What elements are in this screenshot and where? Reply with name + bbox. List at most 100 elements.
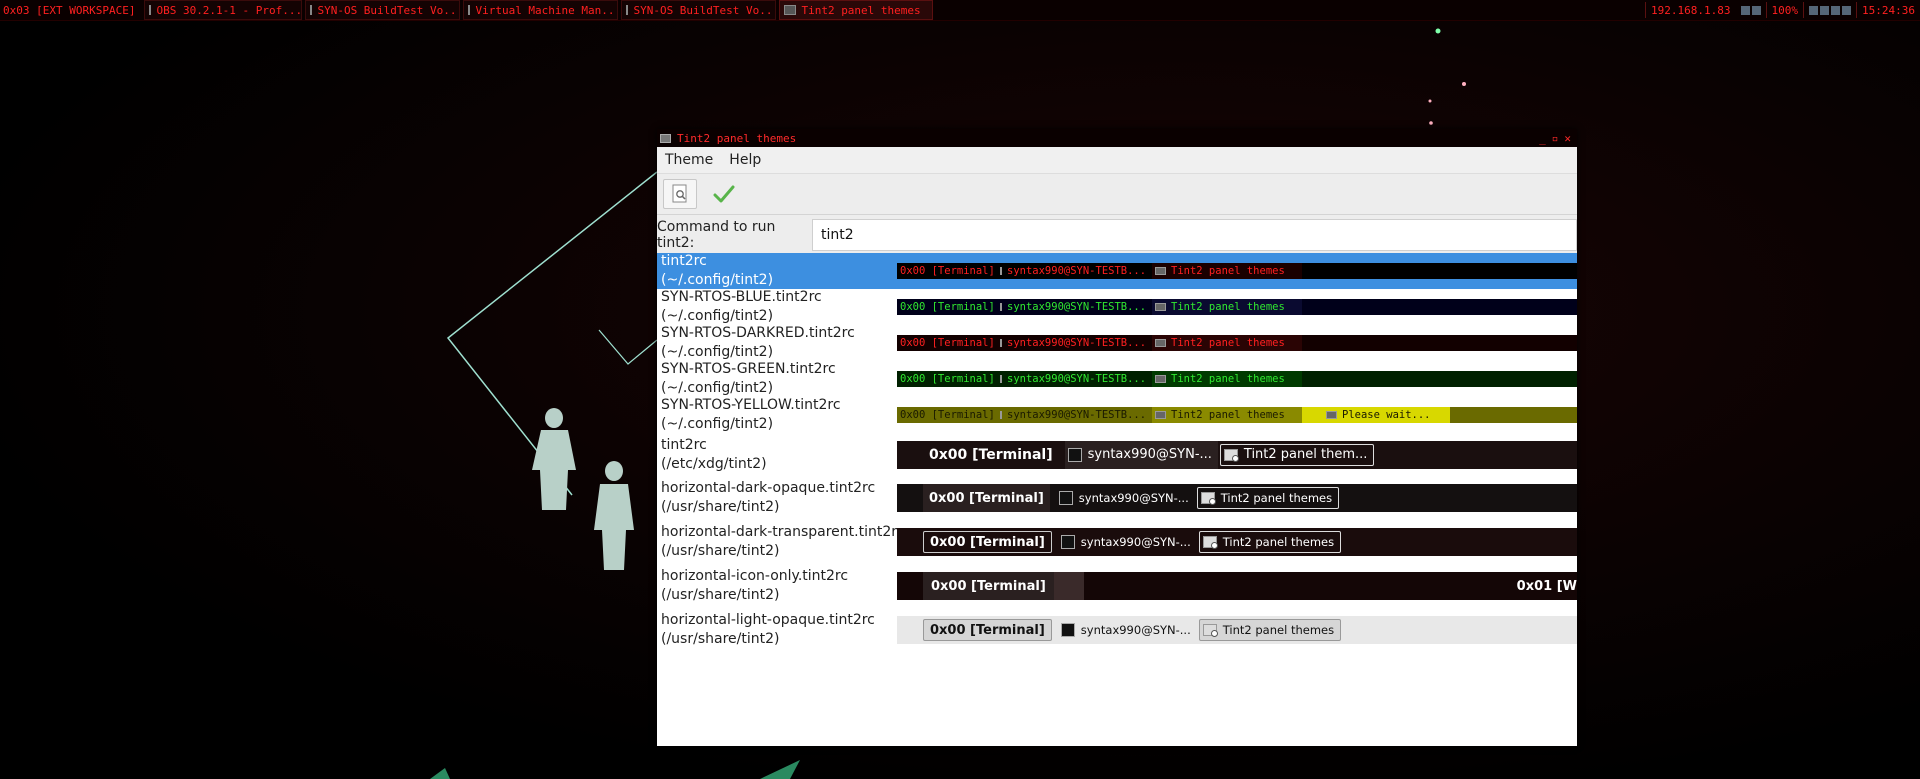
preview-task-label: Tint2 panel them... (1243, 447, 1368, 462)
network-icons[interactable] (1736, 5, 1766, 15)
preview-task-active: Tint2 panel themes (1152, 299, 1302, 315)
theme-preview: 0x00 [Terminal] syntax990@SYN-... Tint2 pa… (897, 440, 1577, 469)
window-icon (660, 133, 671, 143)
app-icon (1155, 303, 1166, 311)
preview-workspace: 0x00 [Terminal] (900, 265, 995, 277)
preview-workspace: 0x00 [Terminal] (900, 409, 995, 421)
preview-task: syntax990@SYN-... (1058, 616, 1197, 644)
app-icon (1155, 375, 1166, 383)
launcher (897, 616, 923, 644)
terminal-icon (1000, 411, 1002, 419)
edit-theme-button[interactable] (663, 179, 697, 209)
theme-preview: 0x00 [Terminal] syntax990@SYN-TESTB... Tin… (897, 407, 1577, 423)
tray-icons[interactable] (1804, 5, 1856, 15)
task-virtual-machine-manager[interactable]: Virtual Machine Man... (463, 0, 619, 20)
preview-task-active: Tint2 panel themes (1198, 619, 1342, 641)
preview-workspace: 0x00 [Terminal] (900, 337, 995, 349)
theme-row[interactable]: horizontal-light-opaque.tint2rc (/usr/sha… (657, 608, 1577, 652)
theme-label: horizontal-dark-opaque.tint2rc (/usr/shar… (657, 479, 901, 517)
task-obs[interactable]: OBS 30.2.1-1 - Prof... (144, 0, 303, 20)
task-label: OBS 30.2.1-1 - Prof... (156, 3, 303, 17)
theme-label: tint2rc (/etc/xdg/tint2) (657, 436, 901, 474)
menu-theme[interactable]: Theme (657, 152, 721, 168)
preview-task-active: Tint2 panel themes (1152, 407, 1302, 423)
maximize-icon[interactable]: ▫ (1552, 132, 1559, 145)
preview-task: Please wait... (1302, 407, 1450, 423)
theme-label: horizontal-icon-only.tint2rc (/usr/share/… (657, 567, 901, 605)
theme-list[interactable]: tint2rc (~/.config/tint2) 0x00 [Terminal] s… (657, 253, 1577, 746)
theme-path: (~/.config/tint2) (661, 416, 774, 432)
theme-name: horizontal-light-opaque.tint2rc (661, 612, 875, 628)
terminal-icon (1000, 267, 1002, 275)
theme-row[interactable]: SYN-RTOS-BLUE.tint2rc (~/.config/tint2) 0x… (657, 289, 1577, 325)
theme-label: SYN-RTOS-YELLOW.tint2rc (~/.config/tint2) (657, 396, 901, 434)
preview-task-label: syntax990@SYN-TESTB... (1007, 373, 1147, 385)
preview-task-label: syntax990@SYN-... (1087, 447, 1212, 462)
theme-preview: 0x00 [Terminal] syntax990@SYN-TESTB... Tin… (897, 371, 1577, 387)
preview-task-label: syntax990@SYN-... (1080, 623, 1191, 637)
app-icon (784, 5, 797, 15)
vm-icon (310, 5, 313, 15)
theme-label: horizontal-dark-transparent.tint2rc (/usr… (657, 523, 901, 561)
top-panel: 0x03 [EXT WORKSPACE] OBS 30.2.1-1 - Prof… (0, 0, 1920, 21)
task-tint2-panel-themes[interactable]: Tint2 panel themes (779, 0, 934, 20)
app-icon (149, 5, 152, 15)
theme-name: tint2rc (661, 253, 707, 269)
preview-task-active: Tint2 panel themes (1152, 263, 1302, 279)
theme-preview: 0x00 [Terminal] syntax990@SYN-TESTB... Tin… (897, 263, 1577, 279)
theme-row[interactable]: SYN-RTOS-YELLOW.tint2rc (~/.config/tint2)… (657, 397, 1577, 433)
preview-workspace: 0x00 [Terminal] (923, 619, 1052, 641)
checkmark-icon (713, 185, 735, 203)
theme-name: horizontal-dark-transparent.tint2rc (661, 524, 901, 540)
app-icon (1223, 448, 1239, 462)
theme-row[interactable]: tint2rc (~/.config/tint2) 0x00 [Terminal] s… (657, 253, 1577, 289)
close-icon[interactable]: ✕ (1564, 132, 1571, 145)
theme-preview: 0x00 [Terminal] syntax990@SYN-... Tint2 pa… (897, 616, 1577, 644)
task-syn-os-1[interactable]: SYN-OS BuildTest Vo... (305, 0, 461, 20)
app-icon (1202, 536, 1218, 549)
preview-task: syntax990@SYN-TESTB... (997, 299, 1152, 315)
theme-label: SYN-RTOS-DARKRED.tint2rc (~/.config/tint2… (657, 324, 901, 362)
tint2-themes-window: Tint2 panel themes _ ▫ ✕ Theme Help Comm… (657, 129, 1577, 746)
theme-row[interactable]: tint2rc (/etc/xdg/tint2) 0x00 [Terminal] sy… (657, 433, 1577, 476)
task-syn-os-2[interactable]: SYN-OS BuildTest Vo... (621, 0, 777, 20)
theme-name: SYN-RTOS-BLUE.tint2rc (661, 289, 822, 305)
workspace-label[interactable]: 0x03 [EXT WORKSPACE] (0, 4, 141, 17)
system-tray: 192.168.1.83 100% 15:24:36 (1645, 0, 1920, 20)
clock[interactable]: 15:24:36 (1857, 4, 1920, 17)
app-icon (1155, 267, 1166, 275)
theme-preview: 0x00 [Terminal] syntax990@SYN-TESTB... Tin… (897, 299, 1577, 315)
clipboard-icon (1809, 5, 1819, 15)
preview-task-label: syntax990@SYN-TESTB... (1007, 265, 1147, 277)
preview-task-active: Tint2 panel themes (1152, 335, 1302, 351)
preview-task-label: Tint2 panel themes (1222, 623, 1335, 637)
theme-row[interactable]: horizontal-dark-transparent.tint2rc (/usr… (657, 520, 1577, 564)
theme-label: SYN-RTOS-BLUE.tint2rc (~/.config/tint2) (657, 288, 901, 326)
apply-theme-button[interactable] (707, 179, 741, 209)
preview-task-label: Tint2 panel themes (1171, 265, 1285, 277)
task-label: SYN-OS BuildTest Vo... (633, 3, 777, 17)
edit-theme-icon (672, 184, 687, 203)
preview-task: syntax990@SYN-... (1056, 484, 1195, 512)
app-icon (1155, 339, 1166, 347)
theme-label: horizontal-light-opaque.tint2rc (/usr/sha… (657, 611, 901, 649)
window-titlebar[interactable]: Tint2 panel themes _ ▫ ✕ (657, 129, 1577, 147)
preview-task: syntax990@SYN-... (1064, 440, 1218, 469)
theme-row[interactable]: SYN-RTOS-GREEN.tint2rc (~/.config/tint2) 0… (657, 361, 1577, 397)
theme-row[interactable]: horizontal-icon-only.tint2rc (/usr/share/… (657, 564, 1577, 608)
theme-preview: 0x00 [Terminal] 0x01 [W (897, 572, 1577, 600)
preview-task-active: Tint2 panel themes (1196, 487, 1340, 509)
preview-workspace: 0x00 [Terminal] (900, 373, 995, 385)
minimize-icon[interactable]: _ (1539, 132, 1546, 145)
theme-row[interactable]: SYN-RTOS-DARKRED.tint2rc (~/.config/tint2… (657, 325, 1577, 361)
menu-help[interactable]: Help (721, 152, 769, 168)
settings-icon (1842, 5, 1852, 15)
theme-row[interactable]: horizontal-dark-opaque.tint2rc (/usr/shar… (657, 476, 1577, 520)
preview-task-active: Tint2 panel them... (1219, 443, 1375, 466)
theme-path: (/usr/share/tint2) (661, 631, 780, 647)
ip-address: 192.168.1.83 (1651, 3, 1731, 17)
command-input[interactable] (812, 219, 1577, 251)
app-icon (1155, 411, 1166, 419)
task-icon (1053, 572, 1084, 600)
theme-path: (/usr/share/tint2) (661, 499, 780, 515)
